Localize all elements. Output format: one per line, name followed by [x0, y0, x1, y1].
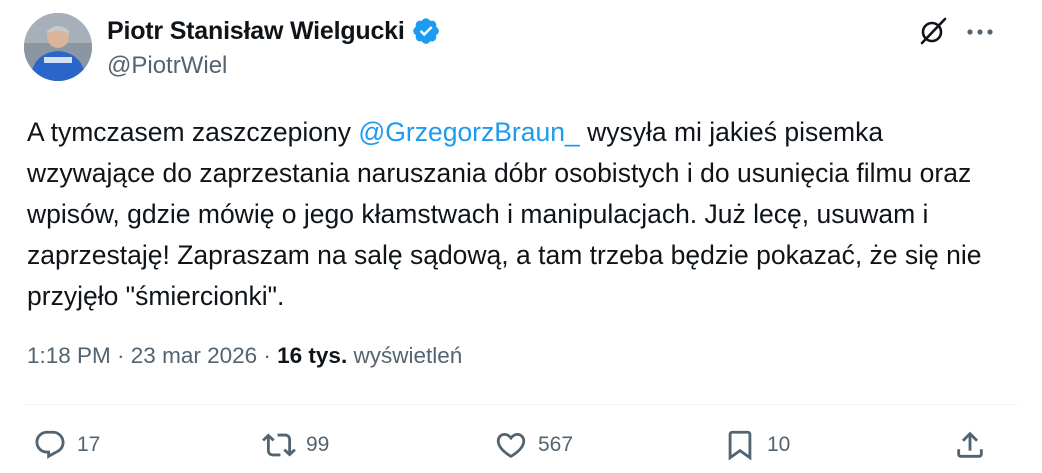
repost-button[interactable]: 99 — [262, 425, 329, 465]
share-icon — [953, 428, 987, 462]
reply-icon — [33, 428, 67, 462]
repost-icon — [262, 428, 296, 462]
author-display-name[interactable]: Piotr Stanisław Wielgucki — [107, 17, 405, 46]
like-count: 567 — [538, 433, 574, 456]
grok-button[interactable] — [916, 16, 950, 50]
avatar[interactable] — [24, 13, 92, 81]
reply-button[interactable]: 17 — [33, 425, 100, 465]
grok-icon — [918, 16, 948, 51]
more-icon — [965, 24, 995, 42]
tweet-time[interactable]: 1:18 PM — [27, 343, 111, 369]
meta-separator-2: · — [257, 343, 278, 368]
author-handle[interactable]: @PiotrWiel — [107, 52, 227, 80]
share-button[interactable] — [953, 425, 987, 465]
divider — [24, 404, 1018, 405]
tweet-meta: 1:18 PM · 23 mar 2026 · 16 tys. wyświetl… — [27, 343, 462, 369]
tweet: Piotr Stanisław Wielgucki @PiotrWiel A t… — [0, 0, 1042, 473]
bookmark-count: 10 — [767, 433, 791, 456]
repost-count: 99 — [306, 433, 330, 456]
views-count: 16 tys. — [277, 343, 348, 368]
more-button[interactable] — [960, 16, 1000, 50]
views-label: wyświetleń — [347, 343, 463, 368]
heart-icon — [494, 428, 528, 462]
tweet-text: A tymczasem zaszczepiony @GrzegorzBraun_… — [27, 112, 1017, 317]
bookmark-icon — [723, 428, 757, 462]
bookmark-button[interactable]: 10 — [723, 425, 790, 465]
meta-separator: · — [110, 343, 131, 368]
mention-link[interactable]: @GrzegorzBraun_ — [358, 117, 579, 147]
like-button[interactable]: 567 — [494, 425, 573, 465]
reply-count: 17 — [77, 433, 101, 456]
author-name-row: Piotr Stanisław Wielgucki — [107, 16, 441, 46]
verified-badge-icon[interactable] — [411, 16, 441, 46]
tweet-date[interactable]: 23 mar 2026 — [131, 343, 257, 369]
tweet-text-before: A tymczasem zaszczepiony — [27, 117, 359, 147]
